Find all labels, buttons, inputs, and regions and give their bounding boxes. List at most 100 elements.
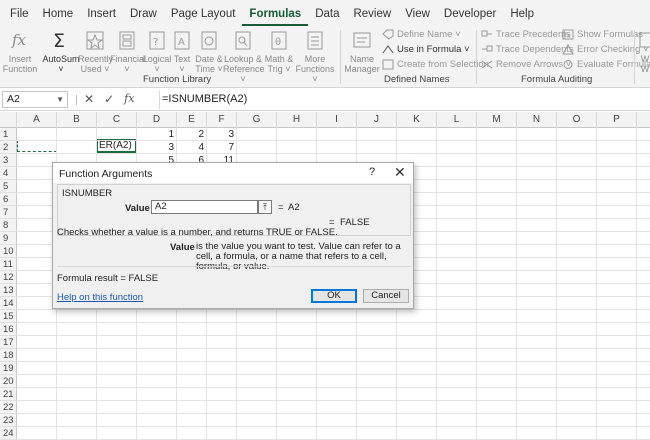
autosum-arrow: ˅: [58, 64, 64, 74]
close-icon[interactable]: ✕: [394, 164, 406, 181]
more-functions-button[interactable]: More Functions ˅: [294, 28, 336, 84]
column-header-a[interactable]: A: [17, 112, 57, 128]
row-header-10[interactable]: 10: [0, 245, 17, 258]
row-header-8[interactable]: 8: [0, 219, 17, 232]
watch-window-button[interactable]: W W: [638, 28, 650, 74]
cell-e1[interactable]: 2: [177, 128, 207, 141]
collapse-dialog-icon[interactable]: ⤒: [258, 200, 272, 214]
value-arg-input[interactable]: A2: [151, 200, 258, 214]
arg-evaluated-value: A2: [288, 202, 300, 213]
tab-page-layout[interactable]: Page Layout: [164, 0, 243, 26]
text-button[interactable]: A Text ˅: [170, 28, 194, 74]
insert-function-icon[interactable]: fx: [124, 92, 134, 106]
cell-d1[interactable]: 1: [137, 128, 177, 141]
create-from-selection-icon: [382, 59, 394, 70]
select-all-corner[interactable]: [0, 112, 17, 128]
row-header-22[interactable]: 22: [0, 401, 17, 414]
cell-f1[interactable]: 3: [207, 128, 237, 141]
name-box[interactable]: A2 ▼: [2, 91, 68, 108]
math-trig-button[interactable]: θ Math & Trig ˅: [264, 28, 294, 74]
row-header-2[interactable]: 2: [0, 141, 17, 154]
column-header-j[interactable]: J: [357, 112, 397, 128]
column-header-n[interactable]: N: [517, 112, 557, 128]
remove-arrows-button[interactable]: Remove Arrows ˅: [481, 59, 571, 70]
logical-button[interactable]: ? Logical ˅: [142, 28, 172, 74]
row-header-12[interactable]: 12: [0, 271, 17, 284]
formula-input[interactable]: =ISNUMBER(A2): [162, 93, 247, 105]
help-on-function-link[interactable]: Help on this function: [57, 292, 143, 303]
column-header-d[interactable]: D: [137, 112, 177, 128]
row-header-5[interactable]: 5: [0, 180, 17, 193]
row-header-23[interactable]: 23: [0, 414, 17, 427]
row-header-11[interactable]: 11: [0, 258, 17, 271]
help-icon[interactable]: ?: [369, 166, 375, 178]
use-in-formula-button[interactable]: Use in Formula ˅: [382, 44, 470, 55]
tab-view[interactable]: View: [398, 0, 437, 26]
column-header-p[interactable]: P: [597, 112, 637, 128]
dialog-title-bar[interactable]: Function Arguments ? ✕: [53, 163, 413, 183]
cancel-button[interactable]: Cancel: [363, 289, 409, 303]
row-header-14[interactable]: 14: [0, 297, 17, 310]
trace-dependents-button[interactable]: Trace Dependents: [481, 44, 574, 55]
row-header-13[interactable]: 13: [0, 284, 17, 297]
tab-insert[interactable]: Insert: [80, 0, 123, 26]
lookup-reference-button[interactable]: Lookup & Reference ˅: [223, 28, 265, 84]
chevron-down-icon[interactable]: ▼: [56, 92, 64, 107]
row-header-7[interactable]: 7: [0, 206, 17, 219]
ok-button[interactable]: OK: [311, 289, 357, 303]
row-header-1[interactable]: 1: [0, 128, 17, 141]
confirm-entry-icon[interactable]: ✓: [104, 92, 114, 106]
column-header-m[interactable]: M: [477, 112, 517, 128]
insert-function-button[interactable]: fx Insert Function: [2, 28, 38, 74]
tab-data[interactable]: Data: [308, 0, 346, 26]
cell-d2[interactable]: 3: [137, 141, 177, 154]
row-header-6[interactable]: 6: [0, 193, 17, 206]
column-header-o[interactable]: O: [557, 112, 597, 128]
create-from-selection-button[interactable]: Create from Selection: [382, 59, 489, 70]
column-header-e[interactable]: E: [177, 112, 207, 128]
cancel-entry-icon[interactable]: ✕: [84, 92, 94, 106]
error-checking-button[interactable]: Error Checking ˅: [562, 44, 649, 55]
financial-button[interactable]: Financial ˅: [110, 28, 146, 74]
column-header-h[interactable]: H: [277, 112, 317, 128]
row-header-21[interactable]: 21: [0, 388, 17, 401]
column-header-c[interactable]: C: [97, 112, 137, 128]
date-time-button[interactable]: Date & Time ˅: [194, 28, 224, 74]
tab-draw[interactable]: Draw: [123, 0, 164, 26]
row-header-15[interactable]: 15: [0, 310, 17, 323]
financial-arrow: ˅: [124, 64, 130, 74]
name-manager-button[interactable]: Name Manager: [344, 28, 380, 74]
tab-home[interactable]: Home: [36, 0, 81, 26]
show-formulas-button[interactable]: fx Show Formulas: [562, 29, 643, 40]
active-cell-c2[interactable]: ER(A2): [96, 139, 137, 153]
row-header-18[interactable]: 18: [0, 349, 17, 362]
autosum-button[interactable]: Σ AutoSum ˅: [42, 28, 80, 74]
math-trig-label: Math &: [264, 54, 294, 64]
tab-help[interactable]: Help: [503, 0, 541, 26]
tab-review[interactable]: Review: [346, 0, 398, 26]
trace-precedents-button[interactable]: Trace Precedents: [481, 29, 571, 40]
row-header-20[interactable]: 20: [0, 375, 17, 388]
column-header-g[interactable]: G: [237, 112, 277, 128]
column-header-i[interactable]: I: [317, 112, 357, 128]
tab-file[interactable]: File: [0, 0, 36, 26]
column-header-k[interactable]: K: [397, 112, 437, 128]
evaluate-formula-button[interactable]: Evaluate Formula: [562, 59, 650, 70]
row-header-3[interactable]: 3: [0, 154, 17, 167]
column-header-b[interactable]: B: [57, 112, 97, 128]
row-header-19[interactable]: 19: [0, 362, 17, 375]
define-name-button[interactable]: Define Name ˅: [382, 29, 461, 40]
trace-precedents-icon: [481, 30, 492, 37]
row-header-9[interactable]: 9: [0, 232, 17, 245]
row-header-16[interactable]: 16: [0, 323, 17, 336]
column-header-l[interactable]: L: [437, 112, 477, 128]
tab-formulas[interactable]: Formulas: [242, 0, 309, 26]
row-header-17[interactable]: 17: [0, 336, 17, 349]
cell-e2[interactable]: 4: [177, 141, 207, 154]
cell-f2[interactable]: 7: [207, 141, 237, 154]
row-header-4[interactable]: 4: [0, 167, 17, 180]
row-header-24[interactable]: 24: [0, 427, 17, 440]
column-header-f[interactable]: F: [207, 112, 237, 128]
recently-used-button[interactable]: Recently Used ˅: [78, 28, 113, 74]
tab-developer[interactable]: Developer: [437, 0, 503, 26]
